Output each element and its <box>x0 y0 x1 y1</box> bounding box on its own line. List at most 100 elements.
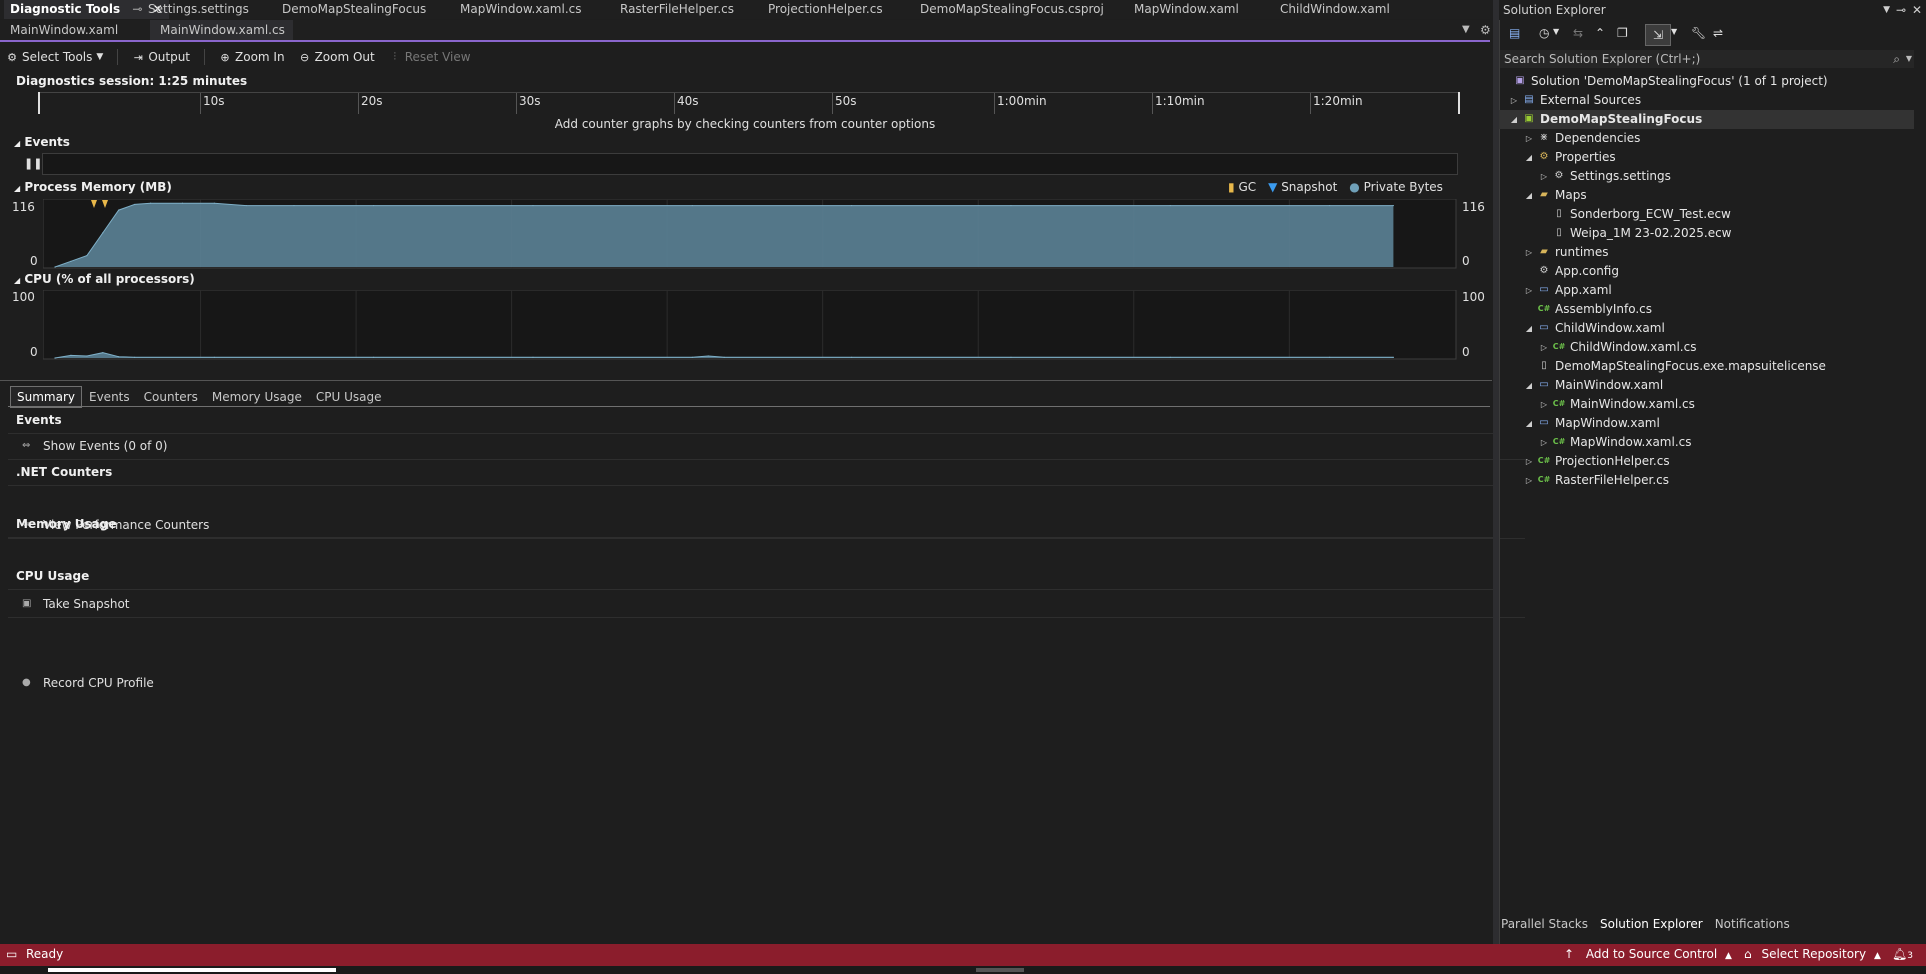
expand-arrow-icon[interactable]: ▷ <box>1539 433 1549 452</box>
tree-node[interactable]: ▯ Sonderborg_ECW_Test.ecw <box>1499 205 1914 224</box>
tree-node[interactable]: ▷ C# ProjectionHelper.cs <box>1499 452 1914 471</box>
show-all-files-icon[interactable]: ❐ <box>1617 26 1628 40</box>
tree-node[interactable]: ◢ ⚙ Properties <box>1499 148 1914 167</box>
memory-chart[interactable] <box>43 199 1457 269</box>
legend-private-bytes[interactable]: ● Private Bytes <box>1349 180 1443 194</box>
preview-icon[interactable]: ⇌ <box>1713 26 1723 40</box>
chevron-down-icon[interactable]: ▼ <box>1906 50 1912 68</box>
tab-counters[interactable]: Counters <box>137 386 205 408</box>
tab-notifications[interactable]: Notifications <box>1715 917 1790 931</box>
collapse-arrow-icon[interactable]: ◢ <box>1524 376 1534 395</box>
solution-search-input[interactable]: Search Solution Explorer (Ctrl+;) ⌕ ▼ <box>1500 50 1914 68</box>
switch-views-icon[interactable]: ▤ <box>1509 26 1520 40</box>
add-to-source-control-button[interactable]: ↑ Add to Source Control ▲ <box>1564 947 1732 961</box>
zoom-out-button[interactable]: ⊖ Zoom Out <box>299 50 375 64</box>
tab-csproj[interactable]: DemoMapStealingFocus.csproj <box>920 0 1104 19</box>
collapse-arrow-icon[interactable]: ◢ <box>1524 414 1534 433</box>
output-button[interactable]: ⇥ Output <box>132 50 190 64</box>
wrench-icon[interactable]: 🔧︎ <box>1691 26 1706 40</box>
tab-parallel-stacks[interactable]: Parallel Stacks <box>1501 917 1588 931</box>
cpu-chart[interactable] <box>43 290 1457 360</box>
collapse-arrow-icon[interactable]: ◢ <box>1509 110 1519 129</box>
tree-node[interactable]: ▷ ⋇ Dependencies <box>1499 129 1914 148</box>
tree-node[interactable]: ▣ Solution 'DemoMapStealingFocus' (1 of 1… <box>1499 72 1914 91</box>
tab-settings-settings[interactable]: Settings.settings <box>148 0 249 19</box>
tree-node[interactable]: ▷ C# MainWindow.xaml.cs <box>1499 395 1914 414</box>
tab-diagnostic-tools[interactable]: Diagnostic Tools ⊸ ✕ <box>4 0 169 19</box>
tree-node[interactable]: ▷ ▭ App.xaml <box>1499 281 1914 300</box>
tab-solution-explorer[interactable]: Solution Explorer <box>1600 917 1703 931</box>
tab-summary[interactable]: Summary <box>10 386 82 408</box>
expand-arrow-icon[interactable]: ▷ <box>1524 281 1534 300</box>
tree-node[interactable]: ◢ ▭ MainWindow.xaml <box>1499 376 1914 395</box>
tree-node[interactable]: ◢ ▭ MapWindow.xaml <box>1499 414 1914 433</box>
pin-icon[interactable]: ⊸ <box>132 2 142 16</box>
take-snapshot-button[interactable]: ▣ Take Snapshot <box>8 591 1525 618</box>
tab-childwindow-xaml[interactable]: ChildWindow.xaml <box>1280 0 1390 19</box>
pause-icon[interactable]: ❚❚ <box>24 157 42 170</box>
tree-node[interactable]: ▷ C# ChildWindow.xaml.cs <box>1499 338 1914 357</box>
collapse-arrow-icon[interactable]: ◢ <box>1524 186 1534 205</box>
pin-icon[interactable]: ⊸ <box>1896 0 1906 20</box>
expand-arrow-icon[interactable]: ▷ <box>1524 471 1534 490</box>
collapse-arrow-icon[interactable]: ◢ <box>1524 319 1534 338</box>
tree-node[interactable]: ◢ ▰ Maps <box>1499 186 1914 205</box>
select-tools-button[interactable]: ⚙ Select Tools ▼ <box>6 50 103 64</box>
tab-rasterfilehelper-cs[interactable]: RasterFileHelper.cs <box>620 0 734 19</box>
tree-node[interactable]: ▷ ⚙ Settings.settings <box>1499 167 1914 186</box>
reset-view-button[interactable]: ⫶ Reset View <box>389 50 470 64</box>
show-events-link[interactable]: ⇔ Show Events (0 of 0) <box>8 433 1525 460</box>
tab-overflow-dropdown-icon[interactable]: ▼ <box>1462 24 1470 35</box>
tab-memory-usage[interactable]: Memory Usage <box>205 386 309 408</box>
time-ruler[interactable]: 10s 20s 30s 40s 50s 1:00min 1:10min 1:20… <box>40 92 1458 115</box>
cpu-section-header[interactable]: ◢ CPU (% of all processors) <box>14 272 195 286</box>
collapse-all-icon[interactable]: ⌃ <box>1595 26 1605 40</box>
chevron-down-icon[interactable]: ▼ <box>1553 27 1559 36</box>
expand-arrow-icon[interactable]: ▷ <box>1524 452 1534 471</box>
search-icon[interactable]: ⌕ <box>1893 50 1900 68</box>
tab-mainwindow-xaml-cs[interactable]: MainWindow.xaml.cs <box>150 20 293 40</box>
summary-header-memory-usage: Memory Usage <box>8 511 1498 538</box>
chevron-down-icon[interactable]: ▼ <box>1671 27 1677 36</box>
tree-node[interactable]: ▯ DemoMapStealingFocus.exe.mapsuitelicens… <box>1499 357 1914 376</box>
tab-mapwindow-xaml-cs[interactable]: MapWindow.xaml.cs <box>460 0 582 19</box>
tab-demomapstealingfocus[interactable]: DemoMapStealingFocus <box>282 0 426 19</box>
gear-icon[interactable]: ⚙ <box>1480 23 1491 37</box>
tree-node[interactable]: ⚙ App.config <box>1499 262 1914 281</box>
tree-node[interactable]: ◢ ▭ ChildWindow.xaml <box>1499 319 1914 338</box>
tab-mainwindow-xaml[interactable]: MainWindow.xaml <box>10 20 118 40</box>
tree-node[interactable]: ◢ ▣ DemoMapStealingFocus <box>1499 110 1914 129</box>
tree-node[interactable]: ▷ ▰ runtimes <box>1499 243 1914 262</box>
pane-splitter[interactable] <box>0 380 1492 381</box>
select-repository-button[interactable]: ⌂ Select Repository ▲ <box>1744 947 1881 961</box>
solution-explorer-header: Solution Explorer ▼ ⊸ ✕ <box>1499 0 1926 20</box>
tab-cpu-usage[interactable]: CPU Usage <box>309 386 389 408</box>
zoom-in-button[interactable]: ⊕ Zoom In <box>219 50 284 64</box>
record-cpu-profile-button[interactable]: ● Record CPU Profile <box>8 670 1525 696</box>
legend-gc[interactable]: ▮ GC <box>1228 180 1256 194</box>
events-section-header[interactable]: ◢ Events <box>14 135 70 149</box>
expand-arrow-icon[interactable]: ▷ <box>1539 395 1549 414</box>
memory-section-header[interactable]: ◢ Process Memory (MB) <box>14 180 172 194</box>
expand-arrow-icon[interactable]: ▷ <box>1509 91 1519 110</box>
filter-icon[interactable]: ⇲ <box>1645 24 1671 46</box>
tab-events[interactable]: Events <box>82 386 137 408</box>
sync-icon[interactable]: ⇆ <box>1573 26 1583 40</box>
tree-node[interactable]: ▷ C# RasterFileHelper.cs <box>1499 471 1914 490</box>
tree-node[interactable]: ▷ C# MapWindow.xaml.cs <box>1499 433 1914 452</box>
expand-arrow-icon[interactable]: ▷ <box>1524 243 1534 262</box>
collapse-arrow-icon[interactable]: ◢ <box>1524 148 1534 167</box>
legend-snapshot[interactable]: ▼ Snapshot <box>1268 180 1337 194</box>
notifications-button[interactable]: 🔔︎3 <box>1892 947 1913 961</box>
chevron-down-icon[interactable]: ▼ <box>1883 0 1890 20</box>
tree-node[interactable]: ▯ Weipa_1M 23-02.2025.ecw <box>1499 224 1914 243</box>
expand-arrow-icon[interactable]: ▷ <box>1539 167 1549 186</box>
expand-arrow-icon[interactable]: ▷ <box>1524 129 1534 148</box>
history-icon[interactable]: ◷ <box>1539 26 1549 40</box>
expand-arrow-icon[interactable]: ▷ <box>1539 338 1549 357</box>
tree-node[interactable]: ▷ ▤ External Sources <box>1499 91 1914 110</box>
tab-mapwindow-xaml[interactable]: MapWindow.xaml <box>1134 0 1239 19</box>
tree-node[interactable]: C# AssemblyInfo.cs <box>1499 300 1914 319</box>
tab-projectionhelper-cs[interactable]: ProjectionHelper.cs <box>768 0 883 19</box>
close-icon[interactable]: ✕ <box>1912 0 1922 20</box>
